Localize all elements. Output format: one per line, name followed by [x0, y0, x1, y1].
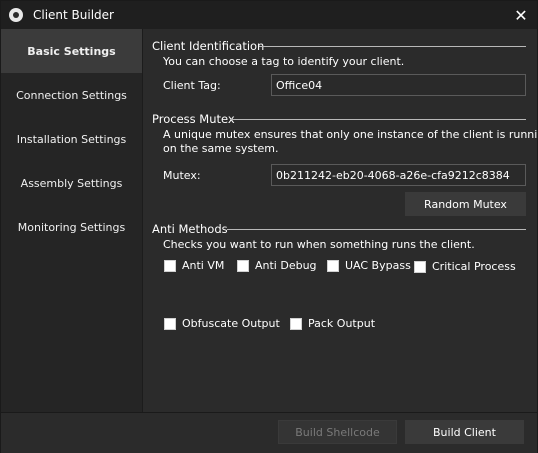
group-divider: [259, 46, 526, 47]
basic-settings-panel: Client Identification You can choose a t…: [143, 29, 538, 412]
sidebar-item-label: Monitoring Settings: [17, 220, 126, 234]
sidebar-item-label: Connection Settings: [16, 88, 127, 102]
settings-sidebar: Basic Settings Connection Settings Insta…: [1, 29, 143, 412]
group-divider: [227, 229, 526, 230]
anti-methods-description: Checks you want to run when something ru…: [163, 238, 475, 251]
app-icon: [9, 8, 23, 22]
checkbox-label: Critical Process: [432, 260, 516, 273]
checkbox-box[interactable]: [327, 259, 339, 272]
sidebar-item-assembly-settings[interactable]: Assembly Settings: [1, 161, 142, 205]
process-mutex-description-line1: A unique mutex ensures that only one ins…: [163, 128, 538, 141]
sidebar-item-connection-settings[interactable]: Connection Settings: [1, 73, 142, 117]
client-identification-description: You can choose a tag to identify your cl…: [163, 55, 405, 68]
sidebar-item-monitoring-settings[interactable]: Monitoring Settings: [1, 205, 142, 249]
checkbox-label: Anti Debug: [255, 259, 317, 272]
mutex-input[interactable]: [271, 164, 526, 186]
build-shellcode-button[interactable]: Build Shellcode: [278, 420, 397, 444]
client-builder-window: Client Builder ✕ Basic Settings Connecti…: [0, 0, 538, 453]
process-mutex-description-line2: on the same system.: [163, 142, 279, 155]
random-mutex-button[interactable]: Random Mutex: [405, 192, 526, 216]
sidebar-item-basic-settings[interactable]: Basic Settings: [1, 29, 142, 73]
checkbox-box[interactable]: [237, 259, 249, 272]
build-client-button[interactable]: Build Client: [405, 420, 524, 444]
checkbox-box[interactable]: [164, 317, 176, 330]
group-divider: [231, 119, 526, 120]
obfuscate-output-checkbox[interactable]: Obfuscate Output: [164, 317, 280, 330]
checkbox-label: Obfuscate Output: [182, 317, 280, 330]
anti-methods-title: Anti Methods: [152, 222, 228, 236]
anti-vm-checkbox[interactable]: Anti VM: [164, 259, 224, 272]
close-icon[interactable]: ✕: [505, 1, 537, 29]
sidebar-item-label: Installation Settings: [16, 132, 127, 146]
anti-debug-checkbox[interactable]: Anti Debug: [237, 259, 317, 272]
checkbox-box[interactable]: [164, 259, 176, 272]
pack-output-checkbox[interactable]: Pack Output: [290, 317, 375, 330]
sidebar-item-installation-settings[interactable]: Installation Settings: [1, 117, 142, 161]
checkbox-box[interactable]: [414, 260, 426, 273]
uac-bypass-checkbox[interactable]: UAC Bypass: [327, 259, 411, 272]
footer-bar: Build Shellcode Build Client: [1, 412, 537, 453]
process-mutex-title: Process Mutex: [152, 112, 235, 126]
client-tag-label: Client Tag:: [163, 79, 221, 92]
client-identification-title: Client Identification: [152, 39, 265, 53]
sidebar-item-label: Basic Settings: [27, 44, 116, 58]
critical-process-checkbox[interactable]: Critical Process: [414, 260, 516, 273]
checkbox-label: UAC Bypass: [345, 259, 411, 272]
mutex-label: Mutex:: [163, 169, 201, 182]
window-title: Client Builder: [33, 8, 114, 22]
checkbox-label: Pack Output: [308, 317, 376, 330]
sidebar-item-label: Assembly Settings: [20, 176, 123, 190]
client-tag-input[interactable]: [271, 74, 526, 96]
checkbox-box[interactable]: [290, 317, 302, 330]
title-bar: Client Builder ✕: [1, 1, 537, 29]
checkbox-label: Anti VM: [182, 259, 225, 272]
